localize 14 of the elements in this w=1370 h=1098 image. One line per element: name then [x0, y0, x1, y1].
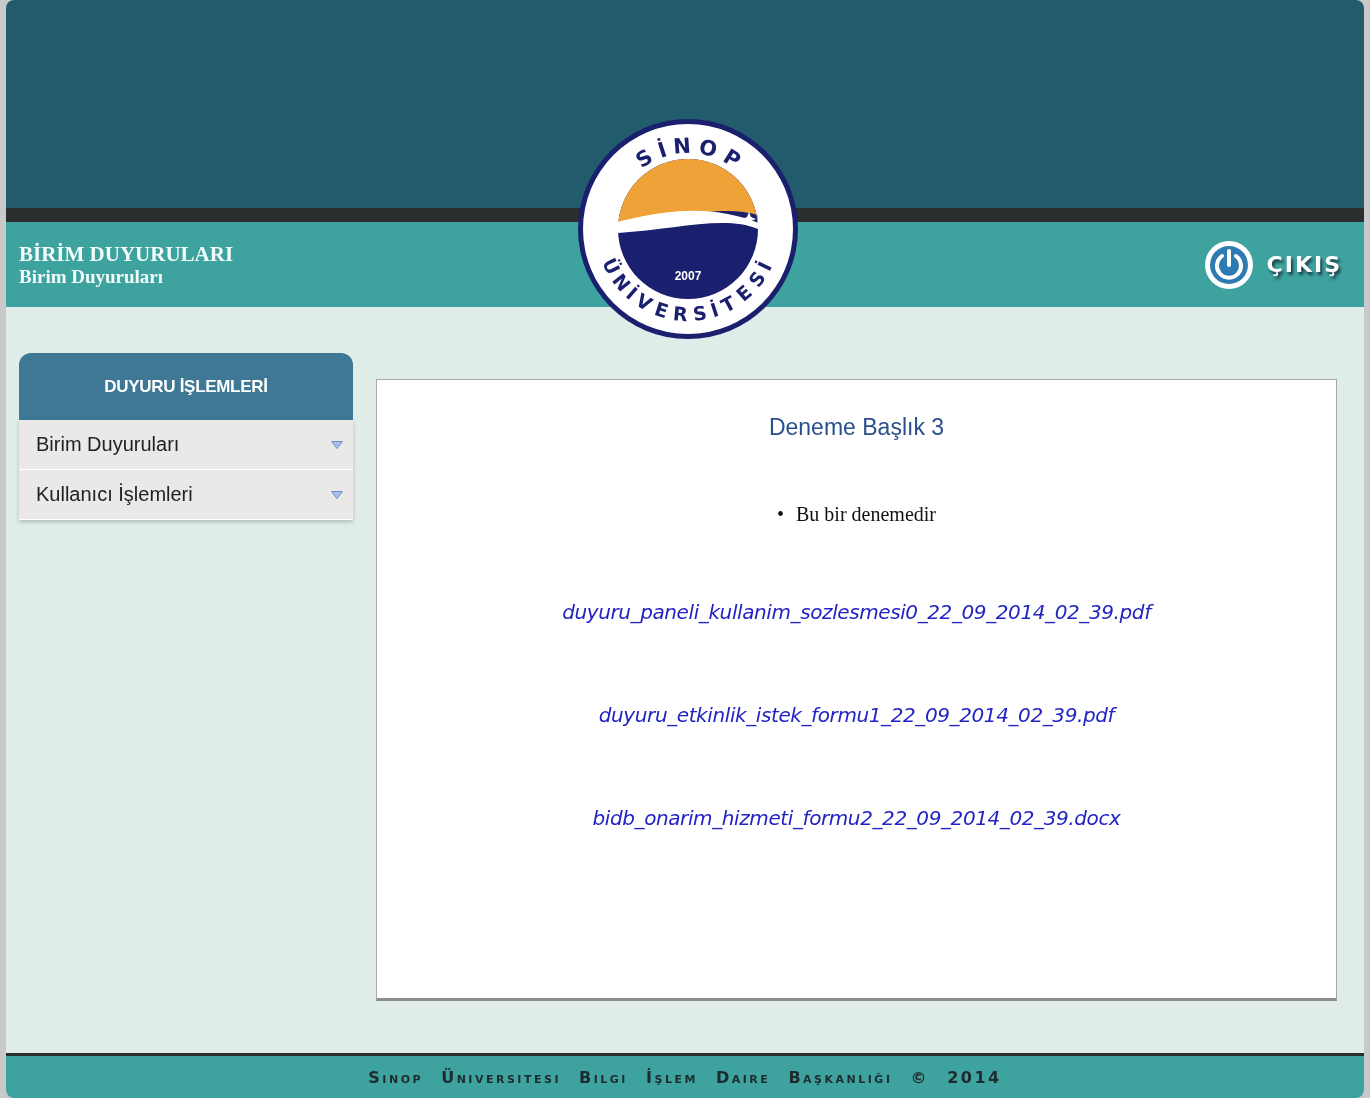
menu-heading: DUYURU İŞLEMLERİ: [19, 353, 353, 420]
power-icon: [1202, 238, 1255, 291]
announcement-title: Deneme Başlık 3: [767, 414, 946, 441]
bullet-icon: •: [777, 501, 784, 527]
attachment-link[interactable]: bidb_onarim_hizmeti_formu2_22_09_2014_02_39.docx: [592, 806, 1121, 830]
caret-icon: [331, 490, 343, 499]
menu-item[interactable]: Kullanıcı İşlemleri: [19, 470, 353, 520]
menu-item[interactable]: Birim Duyuruları: [19, 420, 353, 470]
page-title: BİRİM DUYURULARI: [19, 241, 234, 266]
caret-icon: [331, 440, 343, 449]
page-subtitle: Birim Duyuruları: [19, 265, 165, 288]
bullet-text: Bu bir denemedir: [796, 502, 936, 527]
attachment-link[interactable]: duyuru_etkinlik_istek_formu1_22_09_2014_02_39.pdf: [598, 703, 1115, 727]
footer-text: Sinop Üniversitesi Bilgi İşlem Daire Başkanlığı © 2014: [368, 1067, 1002, 1087]
